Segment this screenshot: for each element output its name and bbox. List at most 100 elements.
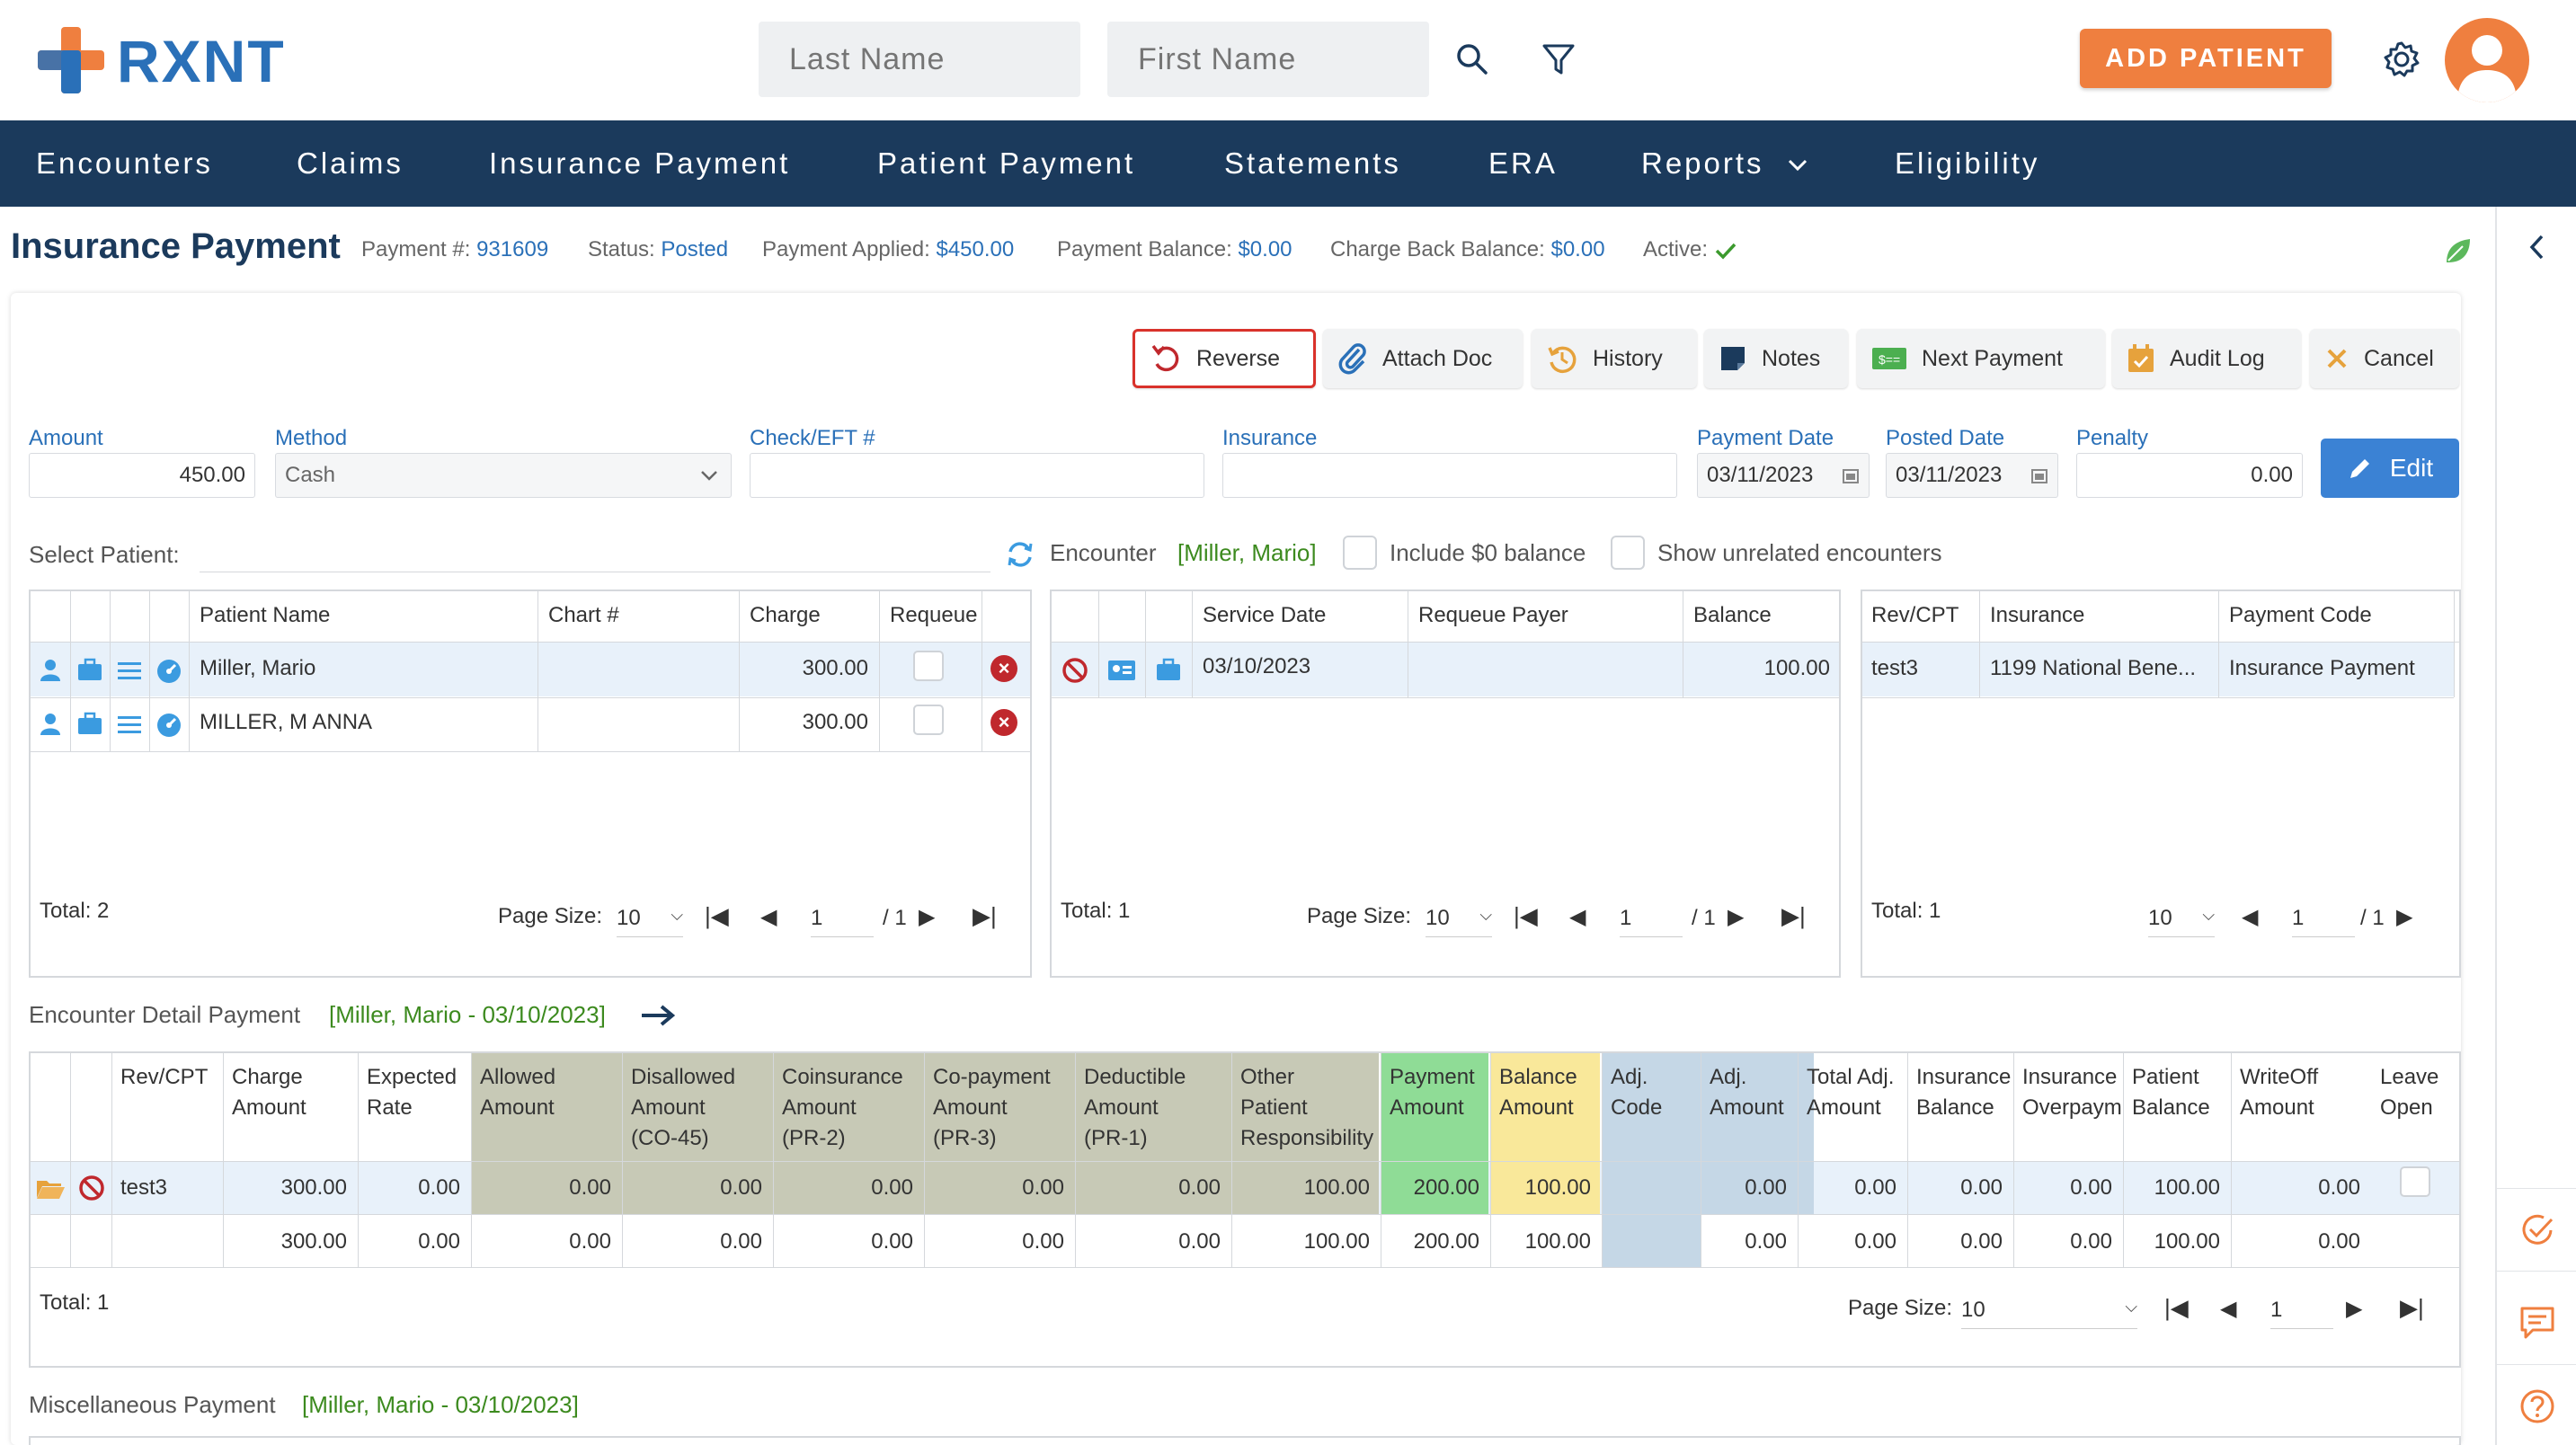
detail-col-header[interactable]: Balance Amount: [1499, 1062, 1600, 1123]
detail-col-header[interactable]: Deductible Amount (PR-1): [1084, 1062, 1230, 1154]
nav-era[interactable]: ERA: [1488, 120, 1558, 207]
detail-col-header[interactable]: Rev/CPT: [120, 1062, 221, 1093]
chat-icon[interactable]: [2518, 1305, 2556, 1341]
include-zero-balance-checkbox[interactable]: [1343, 536, 1377, 570]
show-unrelated-checkbox[interactable]: [1611, 536, 1645, 570]
briefcase-icon[interactable]: [1152, 654, 1185, 687]
ban-icon[interactable]: [1059, 654, 1091, 687]
edit-button[interactable]: Edit: [2321, 439, 2459, 498]
nav-encounters[interactable]: Encounters: [36, 120, 213, 207]
last-page-icon[interactable]: ▶|: [973, 902, 997, 930]
filter-icon[interactable]: [1532, 32, 1586, 86]
folder-open-icon[interactable]: [34, 1172, 67, 1204]
col-requeue[interactable]: Requeue: [890, 602, 977, 629]
nav-statements[interactable]: Statements: [1224, 120, 1401, 207]
nav-insurance-payment[interactable]: Insurance Payment: [489, 120, 790, 207]
dashboard-icon[interactable]: [153, 708, 185, 740]
history-button[interactable]: History: [1532, 329, 1697, 388]
first-name-search-input[interactable]: [1107, 22, 1429, 97]
ban-icon[interactable]: [76, 1172, 108, 1204]
help-icon[interactable]: [2518, 1387, 2556, 1425]
insurance-field[interactable]: [1222, 453, 1677, 498]
detail-col-header[interactable]: Co-payment Amount (PR-3): [933, 1062, 1073, 1154]
payment-date-field[interactable]: 03/11/2023: [1697, 453, 1870, 498]
requeue-checkbox[interactable]: [913, 705, 944, 735]
dashboard-icon[interactable]: [153, 654, 185, 687]
detail-col-header[interactable]: Disallowed Amount (CO-45): [631, 1062, 771, 1154]
reverse-button[interactable]: Reverse: [1133, 329, 1316, 388]
method-select[interactable]: Cash: [275, 453, 732, 498]
requeue-checkbox[interactable]: [913, 651, 944, 681]
add-patient-button[interactable]: ADD PATIENT: [2080, 29, 2332, 88]
chevron-left-icon[interactable]: [2527, 234, 2547, 261]
col-patient-name[interactable]: Patient Name: [200, 602, 330, 629]
audit-log-button[interactable]: Audit Log: [2112, 329, 2301, 388]
leave-open-checkbox[interactable]: [2400, 1166, 2430, 1197]
nav-claims[interactable]: Claims: [297, 120, 404, 207]
page-input[interactable]: 1: [811, 906, 874, 937]
page-size-select[interactable]: 10 ⌵: [617, 906, 683, 937]
briefcase-icon[interactable]: [74, 708, 106, 740]
person-icon[interactable]: [34, 708, 67, 740]
page-input[interactable]: 1: [2292, 906, 2355, 937]
detail-col-header[interactable]: Adj. Code: [1611, 1062, 1699, 1123]
page-size-select[interactable]: 10 ⌵: [1961, 1298, 2137, 1329]
page-size-select[interactable]: 10 ⌵: [1426, 906, 1492, 937]
detail-col-header[interactable]: WriteOff Amount: [2240, 1062, 2369, 1123]
check-eft-field[interactable]: [750, 453, 1204, 498]
notes-button[interactable]: Notes: [1704, 329, 1848, 388]
briefcase-icon[interactable]: [74, 654, 106, 687]
list-icon[interactable]: [113, 708, 146, 740]
prev-page-icon[interactable]: ◀: [760, 904, 777, 930]
cancel-button[interactable]: Cancel: [2310, 329, 2459, 388]
leaf-icon[interactable]: [2443, 235, 2474, 266]
page-input[interactable]: 1: [1620, 906, 1683, 937]
first-page-icon[interactable]: |◀: [1514, 902, 1538, 930]
col-chart[interactable]: Chart #: [548, 602, 619, 629]
detail-col-header[interactable]: Insurance Balance: [1916, 1062, 2012, 1123]
task-check-icon[interactable]: [2518, 1211, 2556, 1249]
next-page-icon[interactable]: ▶: [919, 904, 935, 930]
detail-col-header[interactable]: Payment Amount: [1390, 1062, 1488, 1123]
detail-col-header[interactable]: Total Adj. Amount: [1807, 1062, 1905, 1123]
next-page-icon[interactable]: ▶: [2396, 904, 2412, 930]
detail-col-header[interactable]: Coinsurance Amount (PR-2): [782, 1062, 922, 1154]
next-page-icon[interactable]: ▶: [1728, 904, 1744, 930]
detail-col-header[interactable]: Patient Balance: [2132, 1062, 2229, 1123]
first-page-icon[interactable]: |◀: [2164, 1294, 2189, 1322]
gear-icon[interactable]: [2375, 32, 2429, 86]
prev-page-icon[interactable]: ◀: [1569, 904, 1586, 930]
remove-icon[interactable]: ×: [990, 655, 1017, 682]
col-insurance[interactable]: Insurance: [1990, 602, 2084, 629]
first-page-icon[interactable]: |◀: [705, 902, 729, 930]
last-page-icon[interactable]: ▶|: [2400, 1294, 2424, 1322]
posted-date-field[interactable]: 03/11/2023: [1886, 453, 2058, 498]
last-name-search-input[interactable]: [759, 22, 1080, 97]
rxnt-logo[interactable]: RXNT: [38, 25, 307, 97]
list-icon[interactable]: [113, 654, 146, 687]
col-requeue-payer[interactable]: Requeue Payer: [1418, 602, 1568, 629]
col-payment-code[interactable]: Payment Code: [2229, 602, 2372, 629]
detail-col-header[interactable]: Allowed Amount: [480, 1062, 620, 1123]
page-input[interactable]: 1: [2270, 1298, 2333, 1329]
detail-col-header[interactable]: InsuranceOverpaymen: [2022, 1062, 2121, 1123]
detail-col-header[interactable]: Expected Rate: [367, 1062, 469, 1123]
nav-eligibility[interactable]: Eligibility: [1895, 120, 2039, 207]
attach-doc-button[interactable]: Attach Doc: [1323, 329, 1523, 388]
prev-page-icon[interactable]: ◀: [2242, 904, 2258, 930]
detail-col-header[interactable]: Other Patient Responsibility: [1240, 1062, 1379, 1154]
next-payment-button[interactable]: $== Next Payment: [1857, 329, 2105, 388]
nav-reports[interactable]: Reports: [1641, 120, 1808, 207]
remove-icon[interactable]: ×: [990, 709, 1017, 736]
col-balance[interactable]: Balance: [1693, 602, 1772, 629]
col-charge[interactable]: Charge: [750, 602, 821, 629]
last-page-icon[interactable]: ▶|: [1781, 902, 1806, 930]
user-avatar[interactable]: [2445, 18, 2529, 102]
refresh-icon[interactable]: [1005, 539, 1035, 570]
col-service-date[interactable]: Service Date: [1203, 602, 1326, 629]
arrow-right-icon[interactable]: [640, 1003, 676, 1028]
detail-col-header[interactable]: Adj. Amount: [1710, 1062, 1796, 1123]
detail-col-header[interactable]: Charge Amount: [232, 1062, 356, 1123]
nav-patient-payment[interactable]: Patient Payment: [877, 120, 1135, 207]
col-rev-cpt[interactable]: Rev/CPT: [1871, 602, 1959, 629]
